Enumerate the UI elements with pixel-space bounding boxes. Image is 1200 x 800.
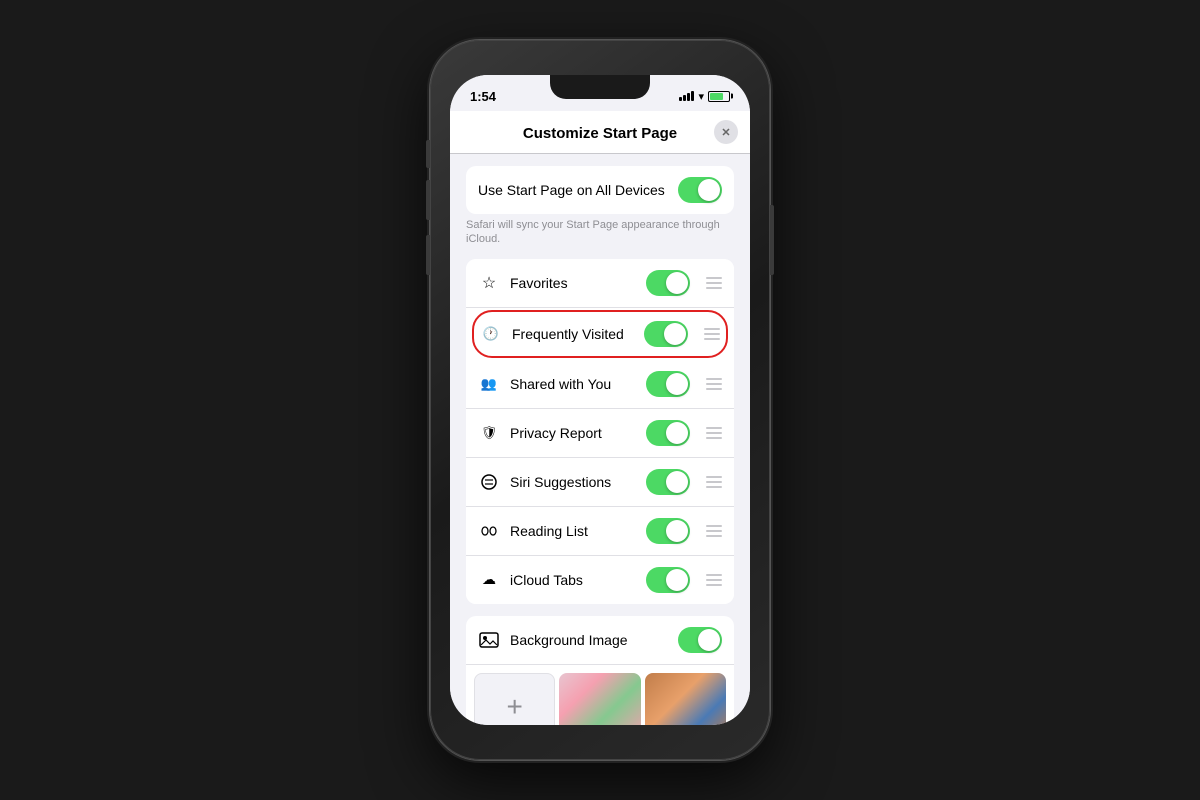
privacy-report-drag-handle[interactable] — [706, 427, 722, 439]
volume-up-button[interactable] — [426, 180, 430, 220]
sheet-title: Customize Start Page — [523, 125, 677, 142]
shared-with-you-drag-handle[interactable] — [706, 378, 722, 390]
frequently-visited-toggle[interactable] — [644, 321, 688, 347]
background-image-section: Background Image + — [466, 616, 734, 725]
status-time: 1:54 — [470, 89, 496, 104]
reading-list-toggle[interactable] — [646, 518, 690, 544]
notch — [550, 75, 650, 99]
sync-info-text: Safari will sync your Start Page appeara… — [450, 214, 750, 247]
privacy-report-icon: 🛡 — [478, 422, 500, 444]
icloud-tabs-icon: ☁ — [478, 569, 500, 591]
background-image-header: Background Image — [466, 616, 734, 665]
wifi-icon: ▾ — [698, 90, 704, 103]
shared-with-you-row: 👥 Shared with You — [466, 360, 734, 409]
siri-suggestions-row: Siri Suggestions — [466, 458, 734, 507]
privacy-report-row: 🛡 Privacy Report — [466, 409, 734, 458]
image-butterfly[interactable] — [559, 673, 640, 725]
phone-frame: 1:54 ▾ Customize Start Page ✕ — [430, 40, 770, 760]
favorites-row: ☆ Favorites — [466, 259, 734, 308]
reading-list-drag-handle[interactable] — [706, 525, 722, 537]
favorites-drag-handle[interactable] — [706, 277, 722, 289]
favorites-icon: ☆ — [478, 272, 500, 294]
battery-icon — [708, 91, 730, 102]
siri-suggestions-toggle[interactable] — [646, 469, 690, 495]
shared-with-you-toggle[interactable] — [646, 371, 690, 397]
reading-list-label: Reading List — [510, 523, 636, 539]
signal-icon — [679, 91, 694, 101]
sheet-content: Customize Start Page ✕ Use Start Page on… — [450, 111, 750, 725]
sync-toggle-row: Use Start Page on All Devices — [466, 166, 734, 214]
reading-list-icon — [478, 520, 500, 542]
frequently-visited-row: 🕐 Frequently Visited — [472, 310, 728, 358]
frequently-visited-drag-handle[interactable] — [704, 328, 720, 340]
siri-suggestions-icon — [478, 471, 500, 493]
icloud-tabs-label: iCloud Tabs — [510, 572, 636, 588]
reading-list-row: Reading List — [466, 507, 734, 556]
sync-section: Use Start Page on All Devices — [466, 166, 734, 214]
icloud-tabs-drag-handle[interactable] — [706, 574, 722, 586]
shared-with-you-icon: 👥 — [478, 373, 500, 395]
close-button[interactable]: ✕ — [714, 120, 738, 144]
image-dog[interactable] — [645, 673, 726, 725]
sync-label: Use Start Page on All Devices — [478, 182, 668, 198]
items-section: ☆ Favorites 🕐 Frequently Visited — [466, 259, 734, 604]
favorites-toggle[interactable] — [646, 270, 690, 296]
background-image-icon — [478, 629, 500, 651]
favorites-label: Favorites — [510, 275, 636, 291]
frequently-visited-label: Frequently Visited — [512, 326, 634, 342]
privacy-report-label: Privacy Report — [510, 425, 636, 441]
sync-toggle[interactable] — [678, 177, 722, 203]
background-image-toggle[interactable] — [678, 627, 722, 653]
background-image-label: Background Image — [510, 632, 668, 648]
icloud-tabs-toggle[interactable] — [646, 567, 690, 593]
silent-switch[interactable] — [426, 140, 430, 168]
siri-suggestions-label: Siri Suggestions — [510, 474, 636, 490]
image-grid: + — [466, 665, 734, 725]
status-icons: ▾ — [679, 90, 730, 103]
power-button[interactable] — [770, 205, 774, 275]
icloud-tabs-row: ☁ iCloud Tabs — [466, 556, 734, 604]
phone-screen: 1:54 ▾ Customize Start Page ✕ — [450, 75, 750, 725]
volume-down-button[interactable] — [426, 235, 430, 275]
frequently-visited-icon: 🕐 — [480, 323, 502, 345]
privacy-report-toggle[interactable] — [646, 420, 690, 446]
shared-with-you-label: Shared with You — [510, 376, 636, 392]
sheet-header: Customize Start Page ✕ — [450, 111, 750, 154]
add-image-button[interactable]: + — [474, 673, 555, 725]
siri-suggestions-drag-handle[interactable] — [706, 476, 722, 488]
